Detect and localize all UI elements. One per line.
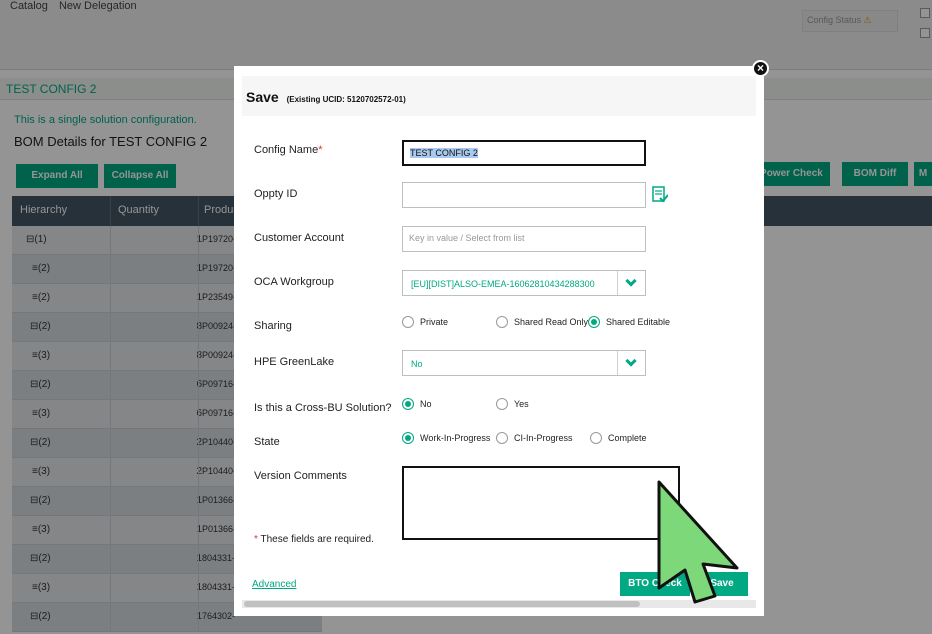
dialog-header: Save (Existing UCID: 5120702572-01) [242,76,756,116]
dialog-title: Save (Existing UCID: 5120702572-01) [246,89,406,105]
customer-account-input[interactable]: Key in value / Select from list [402,226,646,252]
oppty-id-label: Oppty ID [254,188,298,200]
version-comments-textarea[interactable] [402,466,680,540]
state-ci-radio[interactable]: CI-In-Progress [496,432,573,444]
sharing-editable-radio[interactable]: Shared Editable [588,316,670,328]
oppty-id-input[interactable] [402,182,646,208]
advanced-link[interactable]: Advanced [252,579,296,590]
greenlake-label: HPE GreenLake [254,356,335,368]
dialog-title-text: Save [246,89,279,105]
cross-bu-label: Is this a Cross-BU Solution? [254,402,392,414]
close-icon[interactable]: × [752,60,769,77]
required-note: * These fields are required. [254,534,374,545]
chevron-down-icon[interactable] [617,271,645,295]
cursor-arrow-icon [657,480,739,604]
scrollbar-thumb[interactable] [244,601,640,607]
chevron-down-icon[interactable] [617,351,645,375]
customer-account-label: Customer Account [254,232,344,244]
sharing-label: Sharing [254,320,292,332]
state-complete-radio[interactable]: Complete [590,432,647,444]
cross-bu-no-radio[interactable]: No [402,398,432,410]
greenlake-value: No [411,359,423,369]
config-name-input[interactable]: TEST CONFIG 2 [402,140,646,166]
greenlake-select[interactable]: No [402,350,646,376]
version-comments-label: Version Comments [254,470,347,482]
sharing-private-radio[interactable]: Private [402,316,448,328]
state-label: State [254,436,280,448]
oca-workgroup-label: OCA Workgroup [254,276,334,288]
config-name-label: Config Name* [254,144,323,156]
cross-bu-yes-radio[interactable]: Yes [496,398,529,410]
oca-workgroup-value: [EU][DIST]ALSO-EMEA-16062810434288300 [411,279,595,289]
existing-ucid-label: (Existing UCID: 5120702572-01) [286,95,406,104]
document-check-icon[interactable] [652,186,668,204]
sharing-read-only-radio[interactable]: Shared Read Only [496,316,588,328]
state-wip-radio[interactable]: Work-In-Progress [402,432,490,444]
oca-workgroup-select[interactable]: [EU][DIST]ALSO-EMEA-16062810434288300 [402,270,646,296]
